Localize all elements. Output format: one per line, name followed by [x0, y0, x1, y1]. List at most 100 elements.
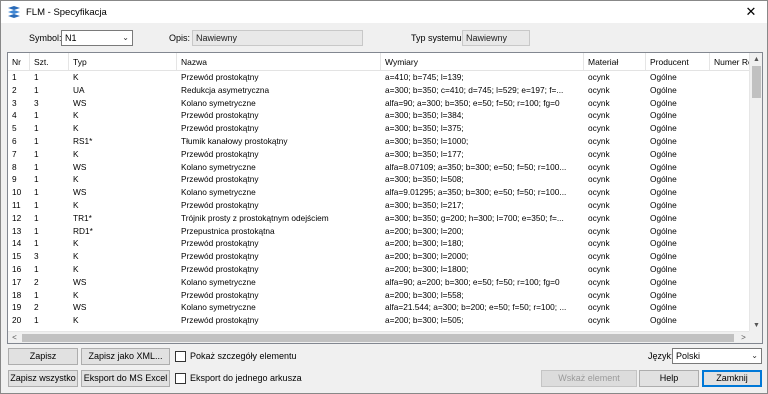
table-cell: 1	[34, 135, 39, 146]
table-row[interactable]: 19 2 WS Kolano symetryczne alfa=21.544; a=30…	[8, 301, 750, 314]
table-row[interactable]: 4 1 K Przewód prostokątny a=300; b=350; l=38…	[8, 109, 750, 122]
table-body: 1 1 K Przewód prostokątny a=410; b=745; l=13…	[8, 71, 750, 333]
table-cell: Ogólne	[650, 302, 677, 313]
table-cell: 18	[12, 289, 22, 300]
table-cell: ocynk	[588, 97, 610, 108]
column-header[interactable]: Materiał	[584, 53, 646, 70]
table-cell: Ogólne	[650, 276, 677, 287]
pokaz-szczegoly-checkbox[interactable]: Pokaż szczegóły elementu	[175, 349, 297, 363]
table-cell: 1	[34, 123, 39, 134]
table-cell: ocynk	[588, 84, 610, 95]
table-cell: a=300; b=350; g=200; h=300; l=700; e=350…	[385, 212, 564, 223]
table-row[interactable]: 20 1 K Przewód prostokątny a=200; b=300; l=5…	[8, 314, 750, 327]
table-cell: Ogólne	[650, 289, 677, 300]
table-cell: K	[73, 110, 79, 121]
column-header[interactable]: Nazwa	[177, 53, 381, 70]
help-button[interactable]: Help	[639, 370, 699, 387]
column-header[interactable]: Nr	[8, 53, 30, 70]
eksport-arkusz-checkbox[interactable]: Eksport do jednego arkusza	[175, 371, 302, 385]
table-cell: 7	[12, 148, 17, 159]
table-row[interactable]: 5 1 K Przewód prostokątny a=300; b=350; l=37…	[8, 122, 750, 135]
table-cell: Ogólne	[650, 148, 677, 159]
horizontal-scrollbar[interactable]: < >	[8, 331, 750, 343]
table-row[interactable]: 7 1 K Przewód prostokątny a=300; b=350; l=17…	[8, 148, 750, 161]
table-cell: Ogólne	[650, 84, 677, 95]
table-cell: K	[73, 174, 79, 185]
column-header[interactable]: Szt.	[30, 53, 69, 70]
table-cell: ocynk	[588, 315, 610, 326]
checkbox-box[interactable]	[175, 372, 186, 384]
column-header[interactable]: Wymiary	[381, 53, 584, 70]
typ-systemu-field: Nawiewny	[462, 30, 530, 46]
table-row[interactable]: 18 1 K Przewód prostokątny a=200; b=300; l=5…	[8, 289, 750, 302]
table-cell: 12	[12, 212, 22, 223]
vertical-scroll-thumb[interactable]	[752, 66, 761, 98]
table-cell: alfa=9.01295; a=350; b=300; e=50; f=50; …	[385, 187, 567, 198]
table-row[interactable]: 15 3 K Przewód prostokątny a=200; b=300; l=2…	[8, 250, 750, 263]
vertical-scrollbar[interactable]: ▲ ▼	[749, 53, 762, 332]
table-row[interactable]: 9 1 K Przewód prostokątny a=300; b=350; l=50…	[8, 173, 750, 186]
specification-table[interactable]: Nr Szt. Typ Nazwa Wymiary Materiał Producent Nu…	[7, 52, 763, 344]
table-cell: Ogólne	[650, 251, 677, 262]
column-header[interactable]: Producent	[646, 53, 710, 70]
scroll-left-icon[interactable]: <	[8, 332, 21, 343]
column-header[interactable]: Numer Ref	[710, 53, 750, 70]
table-cell: Redukcja asymetryczna	[181, 84, 270, 95]
table-cell: 10	[12, 187, 22, 198]
table-cell: Przewód prostokątny	[181, 238, 259, 249]
table-cell: a=200; b=300; l=2000;	[385, 251, 469, 262]
table-cell: ocynk	[588, 135, 610, 146]
table-cell: ocynk	[588, 110, 610, 121]
table-cell: K	[73, 148, 79, 159]
table-cell: K	[73, 123, 79, 134]
table-cell: ocynk	[588, 174, 610, 185]
table-cell: K	[73, 199, 79, 210]
table-cell: 1	[34, 238, 39, 249]
table-cell: a=200; b=300; l=558;	[385, 289, 464, 300]
table-cell: Ogólne	[650, 238, 677, 249]
table-cell: 1	[34, 263, 39, 274]
table-cell: WS	[73, 276, 87, 287]
table-cell: Ogólne	[650, 225, 677, 236]
horizontal-scroll-thumb[interactable]	[22, 334, 734, 342]
eksport-excel-button[interactable]: Eksport do MS Excel	[81, 370, 170, 387]
zapisz-wszystko-button[interactable]: Zapisz wszystko	[8, 370, 78, 387]
table-cell: RD1*	[73, 225, 93, 236]
wskaz-element-button[interactable]: Wskaż element	[541, 370, 637, 387]
symbol-select[interactable]: N1 ⌄	[61, 30, 133, 46]
table-row[interactable]: 1 1 K Przewód prostokątny a=410; b=745; l=13…	[8, 71, 750, 84]
zapisz-button[interactable]: Zapisz	[8, 348, 78, 365]
table-row[interactable]: 12 1 TR1* Trójnik prosty z prostokątnym ode…	[8, 212, 750, 225]
scroll-up-icon[interactable]: ▲	[750, 53, 762, 66]
table-cell: Ogólne	[650, 110, 677, 121]
table-row[interactable]: 2 1 UA Redukcja asymetryczna a=300; b=350; c…	[8, 84, 750, 97]
table-row[interactable]: 13 1 RD1* Przepustnica prostokątna a=200; b=…	[8, 225, 750, 238]
table-row[interactable]: 3 3 WS Kolano symetryczne alfa=90; a=300; b=…	[8, 97, 750, 110]
table-row[interactable]: 6 1 RS1* Tłumik kanałowy prostokątny a=300; …	[8, 135, 750, 148]
language-select-value: Polski	[676, 351, 701, 361]
table-row[interactable]: 8 1 WS Kolano symetryczne alfa=8.07109; a=35…	[8, 161, 750, 174]
table-row[interactable]: 10 1 WS Kolano symetryczne alfa=9.01295; a=3…	[8, 186, 750, 199]
zamknij-button[interactable]: Zamknij	[702, 370, 762, 387]
table-cell: 1	[34, 148, 39, 159]
pokaz-szczegoly-label: Pokaż szczegóły elementu	[190, 351, 297, 361]
table-row[interactable]: 11 1 K Przewód prostokątny a=300; b=350; l=2…	[8, 199, 750, 212]
title-bar: FLM - Specyfikacja ✕	[1, 1, 767, 23]
zapisz-xml-button[interactable]: Zapisz jako XML...	[81, 348, 170, 365]
language-select[interactable]: Polski ⌄	[672, 348, 762, 364]
table-cell: Przewód prostokątny	[181, 199, 259, 210]
table-cell: a=300; b=350; l=375;	[385, 123, 464, 134]
table-cell: ocynk	[588, 161, 610, 172]
column-header[interactable]: Typ	[69, 53, 177, 70]
table-cell: Przewód prostokątny	[181, 148, 259, 159]
table-cell: Tłumik kanałowy prostokątny	[181, 135, 288, 146]
checkbox-box[interactable]	[175, 350, 186, 362]
table-cell: alfa=90; a=300; b=350; e=50; f=50; r=100…	[385, 97, 560, 108]
table-cell: ocynk	[588, 238, 610, 249]
close-icon[interactable]: ✕	[741, 4, 761, 20]
table-row[interactable]: 17 2 WS Kolano symetryczne alfa=90; a=200; b…	[8, 276, 750, 289]
table-row[interactable]: 16 1 K Przewód prostokątny a=200; b=300; l=1…	[8, 263, 750, 276]
table-row[interactable]: 14 1 K Przewód prostokątny a=200; b=300; l=1…	[8, 237, 750, 250]
symbol-select-value: N1	[65, 33, 77, 43]
table-cell: ocynk	[588, 212, 610, 223]
